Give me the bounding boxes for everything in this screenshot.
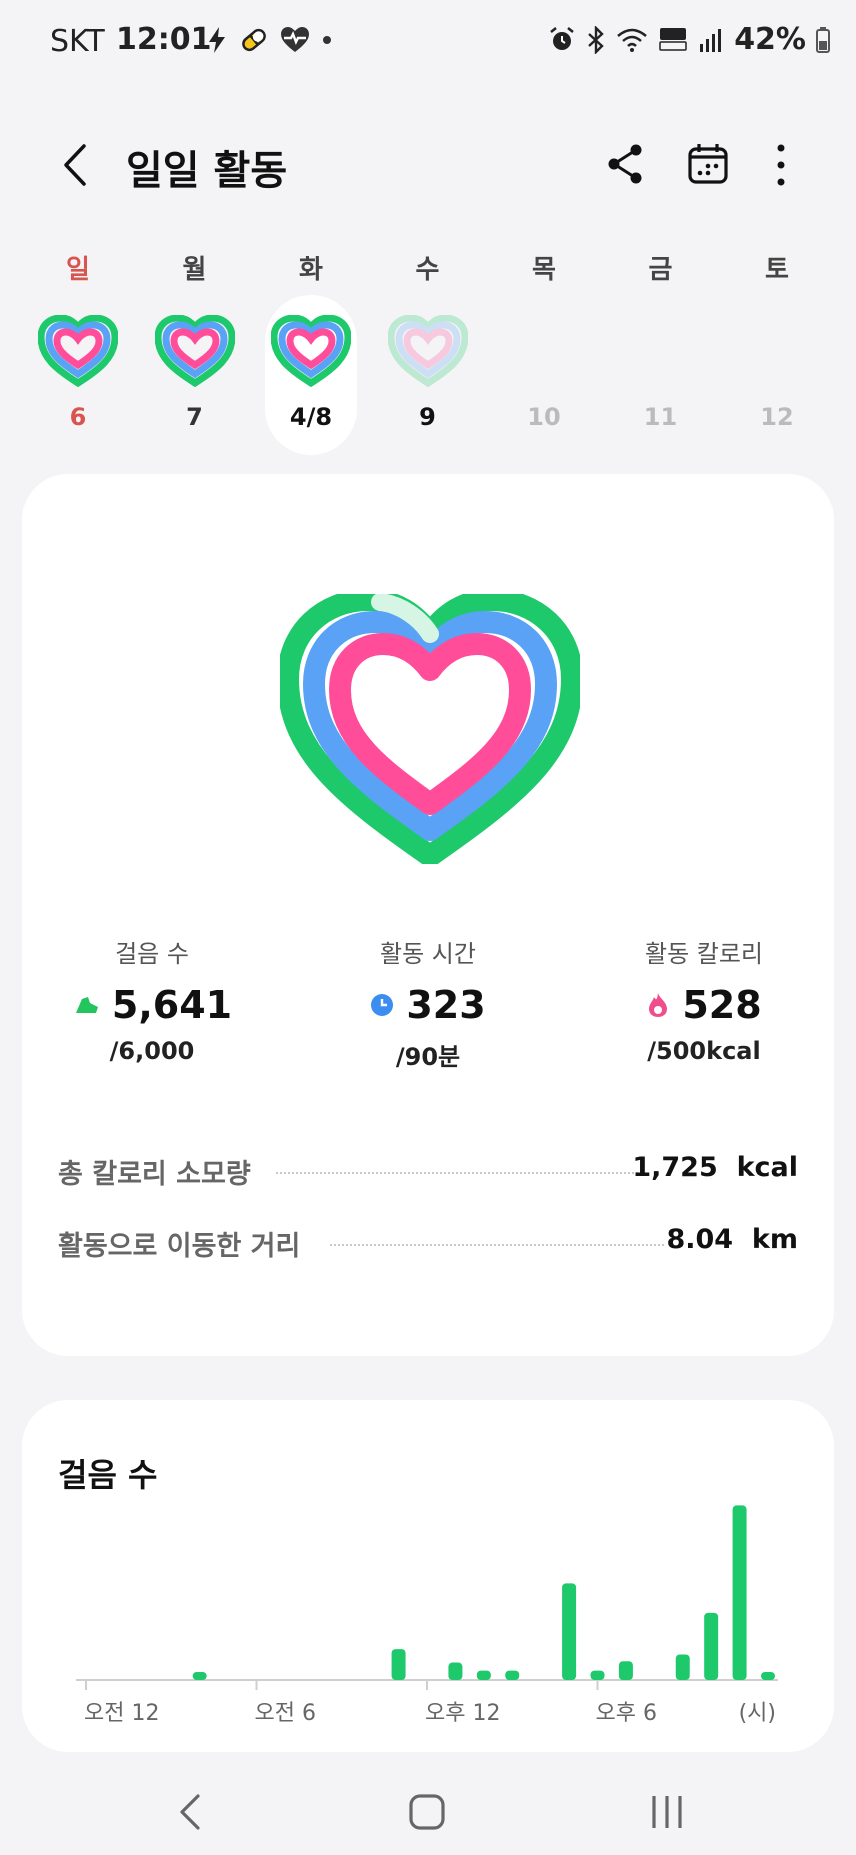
wifi-icon: [617, 28, 648, 52]
page-title: 일일 활동: [126, 148, 288, 194]
back-button[interactable]: [56, 140, 96, 190]
step-bar: [590, 1670, 605, 1680]
day-1[interactable]: 월7: [137, 245, 253, 455]
nav-back-icon[interactable]: [166, 1790, 216, 1834]
steps-chart-card[interactable]: 걸음 수 오전 12 오전 6 오후 12 오후 6 (시): [22, 1400, 834, 1752]
x-tick-label: 오후 12: [425, 1701, 500, 1726]
day-2[interactable]: 화 4/8: [253, 245, 369, 455]
step-bar: [761, 1671, 775, 1680]
activity-rings-heart-icon: [280, 594, 580, 864]
total-calories-label: 총 칼로리 소모량: [58, 1159, 251, 1190]
day-date: 10: [527, 403, 561, 431]
day-name: 수: [415, 255, 440, 285]
x-tick-label: 오전 12: [84, 1701, 159, 1726]
step-bar: [618, 1661, 633, 1680]
step-bar: [448, 1662, 463, 1680]
day-date: 6: [69, 403, 87, 431]
step-bar: [732, 1505, 747, 1680]
alarm-icon: [550, 26, 574, 50]
dotted-divider: [276, 1172, 638, 1174]
day-name: 토: [765, 255, 789, 285]
week-selector: 일 6 월 7 화 4/8 수 9 목 10 금 11 토 12: [20, 245, 836, 465]
day-name: 목: [532, 255, 556, 285]
total-calories-value: 1,725 kcal: [632, 1152, 798, 1183]
step-bar: [562, 1583, 577, 1680]
app-header: 일일 활동: [0, 130, 856, 200]
charging-bolt-icon: [209, 27, 225, 53]
navigation-bar: [0, 1780, 856, 1840]
mini-activity-heart-icon: [271, 315, 351, 387]
step-bar: [675, 1654, 690, 1680]
day-date: 7: [186, 403, 203, 431]
day-date: 4/8: [289, 403, 333, 431]
pill-icon: [242, 28, 266, 52]
day-6[interactable]: 토 12: [719, 245, 835, 455]
bluetooth-icon: [588, 25, 604, 54]
activity-summary-card: 걸음 수 5,641 /6,000 활동 시간 323 /90분 활동 칼로리 …: [22, 474, 834, 1356]
carrier: SKT: [50, 24, 105, 59]
status-bar: SKT 12:01 42%: [0, 18, 856, 66]
distance-row: 활동으로 이동한 거리 8.04 km: [58, 1224, 798, 1264]
day-date: 12: [760, 403, 794, 431]
notification-icons: [206, 24, 334, 56]
day-3[interactable]: 수9: [370, 245, 486, 455]
distance-label: 활동으로 이동한 거리: [58, 1231, 301, 1262]
active-calories-value: 528: [682, 983, 762, 1027]
distance-value: 8.04 km: [666, 1224, 798, 1255]
active-time-label: 활동 시간: [380, 940, 476, 968]
mini-activity-heart-icon: [154, 315, 235, 387]
battery-level: 42%: [734, 22, 806, 57]
calendar-button[interactable]: [686, 142, 730, 186]
x-tick-label: 오전 6: [255, 1701, 316, 1726]
battery-icon: [816, 26, 830, 53]
steps-bar-chart: 오전 12 오전 6 오후 12 오후 6 (시): [76, 1505, 778, 1726]
step-bar: [505, 1670, 520, 1680]
dot-icon: [323, 36, 331, 44]
day-name: 일: [66, 255, 90, 285]
active-time-value: 323: [406, 983, 486, 1027]
x-tick-label: 오후 6: [596, 1701, 657, 1726]
flame-icon: [649, 993, 668, 1017]
hd-voice-icon: [659, 27, 687, 51]
day-name: 화: [299, 255, 323, 285]
day-4[interactable]: 목 10: [486, 245, 602, 455]
clock: 12:01: [116, 22, 212, 57]
day-0[interactable]: 일6: [20, 245, 136, 455]
day-name: 월: [182, 255, 207, 285]
steps-value: 5,641: [111, 983, 233, 1027]
day-date: 9: [419, 403, 436, 431]
day-date: 11: [643, 403, 678, 431]
active-calories-label: 활동 칼로리: [644, 940, 764, 968]
system-icons: 42%: [548, 22, 830, 57]
active-calories-stat[interactable]: 활동 칼로리 528 /500kcal: [574, 934, 834, 1065]
active-time-goal: /90분: [395, 1043, 461, 1071]
total-calories-row: 총 칼로리 소모량 1,725 kcal: [58, 1152, 798, 1192]
nav-home-icon[interactable]: [402, 1790, 452, 1834]
day-5[interactable]: 금 11: [603, 245, 719, 455]
share-button[interactable]: [604, 142, 648, 186]
mini-activity-heart-icon: [38, 315, 118, 387]
step-bar: [192, 1671, 207, 1680]
step-bar: [391, 1649, 406, 1680]
mini-activity-heart-icon: [387, 315, 468, 387]
step-bar: [704, 1612, 719, 1680]
x-tick-label: (시): [739, 1701, 776, 1726]
steps-label: 걸음 수: [115, 940, 189, 968]
step-bar: [476, 1670, 491, 1680]
active-time-stat[interactable]: 활동 시간 323 /90분: [298, 934, 558, 1072]
active-calories-goal: /500kcal: [647, 1037, 761, 1065]
steps-stat[interactable]: 걸음 수 5,641 /6,000: [22, 934, 282, 1065]
steps-goal: /6,000: [109, 1037, 195, 1065]
heart-monitor-icon: [281, 27, 309, 52]
more-options-button[interactable]: [766, 140, 796, 190]
signal-icon: [700, 28, 722, 52]
day-name: 금: [648, 255, 673, 285]
clock-icon: [371, 994, 394, 1016]
dotted-divider: [330, 1244, 664, 1246]
shoe-icon: [75, 997, 98, 1013]
nav-recents-icon[interactable]: [642, 1790, 692, 1834]
